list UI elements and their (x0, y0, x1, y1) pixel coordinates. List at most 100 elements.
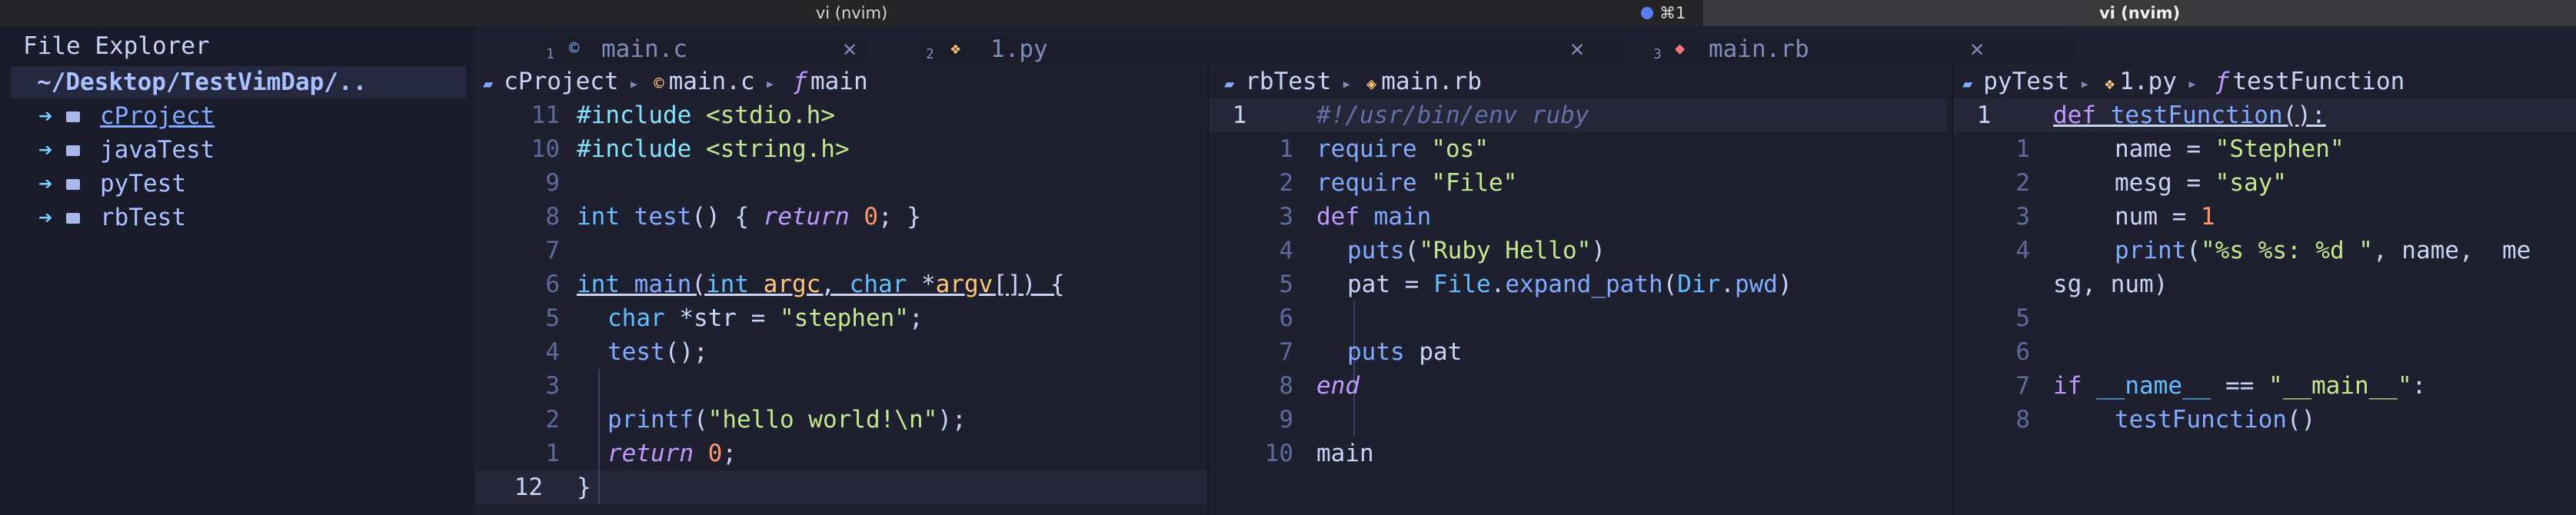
buffer-tab-1-py[interactable]: 2 ❖ 1.py ✕ (920, 35, 1627, 65)
line-number: 10 (531, 135, 560, 163)
breadcrumb-dir[interactable]: cProject (504, 68, 618, 95)
line-number: 2 (1279, 169, 1293, 197)
breadcrumb-symbol[interactable]: main (810, 68, 868, 95)
breadcrumb-dir[interactable]: pyTest (1983, 68, 2069, 95)
explorer-item-rbtest[interactable]: ➔ rbTest (0, 201, 475, 234)
ruby-file-icon: ◆ (1675, 39, 1686, 58)
buffer-tab-main-c[interactable]: 1 © main.c ✕ (546, 35, 869, 65)
breadcrumb-symbol[interactable]: testFunction (2232, 68, 2405, 95)
line-number: 5 (2015, 304, 2030, 332)
function-icon: ƒ (793, 68, 807, 95)
chevron-right-icon: ▸ (2069, 75, 2100, 94)
editor-pane-main-rb[interactable]: ▰ rbTest ▸ ◈ main.rb 1 #!/usr/bin/env ruby … (1207, 65, 1952, 515)
buffer-number: 2 (926, 46, 934, 62)
line-number: 2 (545, 406, 560, 434)
arrow-right-icon: ➔ (38, 102, 53, 130)
tab-shortcut: ⌘1 (1659, 4, 1686, 22)
line-number: 3 (2015, 203, 2030, 231)
line-number: 1 (1279, 135, 1293, 163)
chevron-right-icon: ▸ (2176, 75, 2208, 94)
breadcrumb: ▰ rbTest ▸ ◈ main.rb (1224, 65, 1482, 98)
buffer-tab-label: 1.py (990, 35, 1048, 63)
close-icon[interactable]: ✕ (843, 35, 857, 62)
breadcrumb-file[interactable]: main.c (669, 68, 755, 95)
line-number: 7 (545, 237, 560, 264)
terminal-tab-1[interactable]: vi (nvim) (0, 0, 1703, 26)
breadcrumb: ▰ pyTest ▸ ❖ 1.py ▸ ƒ testFunction (1962, 65, 2405, 98)
line-number: 6 (1279, 304, 1293, 332)
explorer-root-path[interactable]: ~/Desktop/TestVimDap/.. (11, 66, 466, 98)
line-number: 7 (2015, 372, 2030, 400)
breadcrumb-dir[interactable]: rbTest (1245, 68, 1331, 95)
arrow-right-icon: ➔ (38, 136, 53, 164)
line-number: 1 (2015, 135, 2030, 163)
chevron-right-icon: ▸ (1331, 75, 1362, 94)
breadcrumb: ▰ cProject ▸ © main.c ▸ ƒ main (483, 65, 868, 98)
line-number: 1 (1232, 101, 1247, 129)
chevron-right-icon: ▸ (754, 75, 786, 94)
line-number: 3 (1279, 203, 1293, 231)
arrow-right-icon: ➔ (38, 204, 53, 231)
line-number: 10 (1264, 440, 1293, 467)
c-file-icon: © (654, 75, 664, 94)
explorer-item-cproject[interactable]: ➔ cProject (0, 100, 475, 132)
terminal-tab-2-title: vi (nvim) (2098, 4, 2181, 22)
editor-pane-main-c[interactable]: ▰ cProject ▸ © main.c ▸ ƒ main 11 #include <… (475, 65, 1207, 515)
folder-icon (66, 179, 80, 190)
buffer-number: 3 (1653, 46, 1662, 62)
activity-dot-icon (1641, 7, 1653, 19)
terminal-tab-1-title: vi (nvim) (815, 4, 888, 22)
breadcrumb-file[interactable]: main.rb (1381, 68, 1482, 95)
explorer-title: File Explorer (23, 32, 210, 60)
line-number: 4 (1279, 237, 1293, 264)
folder-open-icon: ▰ (1962, 75, 1973, 94)
python-file-icon: ❖ (950, 39, 961, 58)
line-number: 6 (2015, 338, 2030, 366)
line-number: 11 (531, 101, 560, 129)
buffer-number: 1 (546, 46, 554, 62)
line-number: 1 (545, 440, 560, 467)
ruby-file-icon: ◈ (1366, 75, 1377, 94)
folder-open-icon: ▰ (483, 75, 494, 94)
line-number: 4 (2015, 237, 2030, 264)
explorer-item-label: cProject (100, 102, 215, 130)
arrow-right-icon: ➔ (38, 170, 53, 198)
window-titlebar: vi (nvim) ⌘1 vi (nvim) (0, 0, 2576, 26)
line-number: 7 (1279, 338, 1293, 366)
breadcrumb-file[interactable]: 1.py (2119, 68, 2177, 95)
file-explorer: File Explorer ~/Desktop/TestVimDap/.. ➔ … (0, 26, 475, 515)
line-number: 3 (545, 372, 560, 400)
explorer-item-label: javaTest (100, 136, 215, 164)
folder-icon (66, 213, 80, 224)
explorer-item-label: pyTest (100, 170, 186, 198)
buffer-tabline: 1 © main.c ✕ 2 ❖ 1.py ✕ 3 ◆ main.rb ✕ (475, 26, 2576, 65)
explorer-item-label: rbTest (100, 204, 186, 231)
terminal-tab-2[interactable]: vi (nvim) (1703, 0, 2576, 26)
indent-guide (598, 369, 600, 504)
line-number: 1 (1976, 101, 1992, 129)
buffer-tab-main-rb[interactable]: 3 ◆ main.rb ✕ (1653, 35, 2076, 65)
line-number: 8 (2015, 406, 2030, 434)
c-file-icon: © (569, 39, 580, 58)
line-number: 2 (2015, 169, 2030, 197)
line-number: 9 (545, 169, 560, 197)
editor-pane-1-py[interactable]: ▰ pyTest ▸ ❖ 1.py ▸ ƒ testFunction 1 def tes… (1952, 65, 2576, 515)
line-number: 4 (545, 338, 560, 366)
folder-open-icon: ▰ (1224, 75, 1235, 94)
python-file-icon: ❖ (2104, 75, 2115, 94)
explorer-item-pytest[interactable]: ➔ pyTest (0, 168, 475, 200)
line-number: 8 (545, 203, 560, 231)
folder-icon (66, 145, 80, 156)
line-number: 9 (1279, 406, 1293, 434)
folder-icon (66, 111, 80, 122)
chevron-right-icon: ▸ (618, 75, 650, 94)
line-number: 5 (545, 304, 560, 332)
buffer-tab-label: main.c (601, 35, 687, 63)
function-icon: ƒ (2215, 68, 2230, 95)
line-number: 6 (545, 271, 560, 298)
close-icon[interactable]: ✕ (1970, 35, 1984, 62)
explorer-item-javatest[interactable]: ➔ javaTest (0, 134, 475, 166)
buffer-tab-label: main.rb (1709, 35, 1809, 63)
close-icon[interactable]: ✕ (1570, 35, 1584, 62)
line-number: 12 (514, 473, 543, 501)
